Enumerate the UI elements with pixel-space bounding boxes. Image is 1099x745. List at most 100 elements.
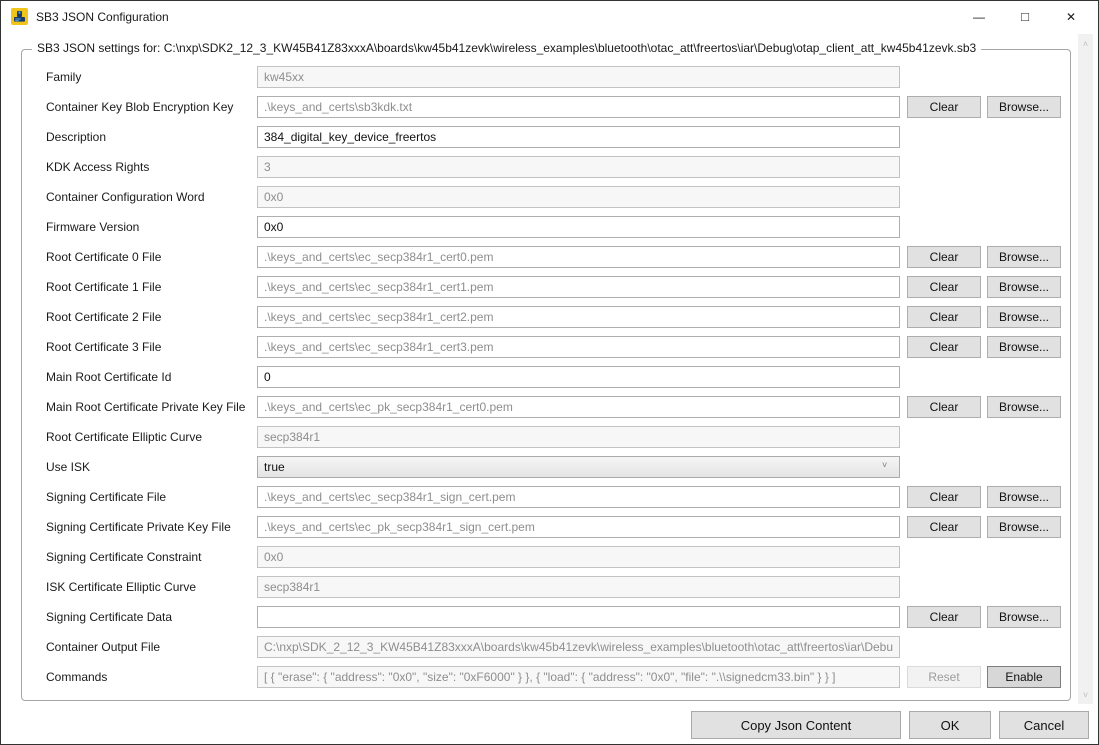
row-input — [257, 186, 900, 208]
copy-json-content-button[interactable]: Copy Json Content — [691, 711, 901, 739]
form-row: Firmware Version — [22, 212, 1070, 242]
row-input — [257, 66, 900, 88]
scroll-up-icon[interactable]: ˄ — [1078, 36, 1093, 51]
row-label: Firmware Version — [46, 220, 256, 234]
clear-button[interactable]: Clear — [907, 396, 981, 418]
form-row: Commands Reset Enable — [22, 662, 1070, 692]
form-row: ISK Certificate Elliptic Curve — [22, 572, 1070, 602]
form-row: Root Certificate 1 File Clear Browse... — [22, 272, 1070, 302]
row-label: Main Root Certificate Id — [46, 370, 256, 384]
form-row: Container Output File — [22, 632, 1070, 662]
row-label: Commands — [46, 670, 256, 684]
use-isk-select[interactable] — [257, 456, 900, 478]
clear-button[interactable]: Clear — [907, 336, 981, 358]
row-input[interactable] — [257, 336, 900, 358]
clear-button[interactable]: Clear — [907, 606, 981, 628]
row-label: Root Certificate 3 File — [46, 340, 256, 354]
window-controls: — □ ✕ — [956, 1, 1094, 32]
enable-button[interactable]: Enable — [987, 666, 1061, 688]
row-label: Root Certificate 2 File — [46, 310, 256, 324]
form-row: Signing Certificate Private Key File Cle… — [22, 512, 1070, 542]
form-row: Root Certificate 0 File Clear Browse... — [22, 242, 1070, 272]
form-row: Description — [22, 122, 1070, 152]
clear-button[interactable]: Clear — [907, 246, 981, 268]
row-input[interactable] — [257, 486, 900, 508]
row-label: Container Key Blob Encryption Key — [46, 100, 256, 114]
scrollbar[interactable]: ˄ ˅ — [1078, 34, 1093, 704]
clear-button[interactable]: Clear — [907, 276, 981, 298]
browse-button[interactable]: Browse... — [987, 96, 1061, 118]
row-input — [257, 546, 900, 568]
app-icon — [11, 8, 28, 25]
settings-groupbox: SB3 JSON settings for: C:\nxp\SDK2_12_3_… — [21, 49, 1071, 701]
row-input[interactable] — [257, 366, 900, 388]
row-label: Family — [46, 70, 256, 84]
clear-button[interactable]: Clear — [907, 486, 981, 508]
clear-button[interactable]: Clear — [907, 516, 981, 538]
close-button[interactable]: ✕ — [1048, 1, 1094, 32]
browse-button[interactable]: Browse... — [987, 516, 1061, 538]
minimize-button[interactable]: — — [956, 1, 1002, 32]
row-input[interactable] — [257, 126, 900, 148]
row-input — [257, 666, 900, 688]
form-row: Root Certificate 3 File Clear Browse... — [22, 332, 1070, 362]
row-label: Signing Certificate Private Key File — [46, 520, 256, 534]
row-label: Root Certificate Elliptic Curve — [46, 430, 256, 444]
form-row: Main Root Certificate Id — [22, 362, 1070, 392]
form-row: Signing Certificate File Clear Browse... — [22, 482, 1070, 512]
form-row: Container Configuration Word — [22, 182, 1070, 212]
maximize-button[interactable]: □ — [1002, 1, 1048, 32]
row-input[interactable] — [257, 396, 900, 418]
form-row: Container Key Blob Encryption Key Clear … — [22, 92, 1070, 122]
row-input[interactable] — [257, 246, 900, 268]
window: SB3 JSON Configuration — □ ✕ SB3 JSON se… — [0, 0, 1099, 745]
row-label: Main Root Certificate Private Key File — [46, 400, 256, 414]
browse-button[interactable]: Browse... — [987, 396, 1061, 418]
row-input[interactable] — [257, 516, 900, 538]
row-input[interactable] — [257, 606, 900, 628]
form-row: Root Certificate Elliptic Curve — [22, 422, 1070, 452]
row-label: KDK Access Rights — [46, 160, 256, 174]
browse-button[interactable]: Browse... — [987, 486, 1061, 508]
browse-button[interactable]: Browse... — [987, 336, 1061, 358]
row-label: Root Certificate 0 File — [46, 250, 256, 264]
browse-button[interactable]: Browse... — [987, 246, 1061, 268]
row-label: Signing Certificate Data — [46, 610, 256, 624]
row-input — [257, 156, 900, 178]
clear-button[interactable]: Clear — [907, 96, 981, 118]
form-row: Main Root Certificate Private Key File C… — [22, 392, 1070, 422]
groupbox-legend: SB3 JSON settings for: C:\nxp\SDK2_12_3_… — [32, 41, 981, 55]
row-input — [257, 576, 900, 598]
titlebar: SB3 JSON Configuration — □ ✕ — [1, 1, 1098, 32]
scroll-down-icon[interactable]: ˅ — [1078, 687, 1093, 702]
form-rows: Family Container Key Blob Encryption Key… — [22, 62, 1070, 692]
form-row: Family — [22, 62, 1070, 92]
form-row: Signing Certificate Data Clear Browse... — [22, 602, 1070, 632]
cancel-button[interactable]: Cancel — [999, 711, 1089, 739]
row-input[interactable] — [257, 216, 900, 238]
row-label: Description — [46, 130, 256, 144]
window-title: SB3 JSON Configuration — [36, 10, 169, 24]
form-row: KDK Access Rights — [22, 152, 1070, 182]
ok-button[interactable]: OK — [909, 711, 991, 739]
row-input — [257, 426, 900, 448]
form-row: Use ISK ˅ — [22, 452, 1070, 482]
row-input[interactable] — [257, 276, 900, 298]
row-label: Signing Certificate File — [46, 490, 256, 504]
row-input[interactable] — [257, 96, 900, 118]
row-label: Use ISK — [46, 460, 256, 474]
form-row: Root Certificate 2 File Clear Browse... — [22, 302, 1070, 332]
row-input[interactable] — [257, 306, 900, 328]
browse-button[interactable]: Browse... — [987, 606, 1061, 628]
clear-button[interactable]: Clear — [907, 306, 981, 328]
browse-button[interactable]: Browse... — [987, 276, 1061, 298]
form-row: Signing Certificate Constraint — [22, 542, 1070, 572]
row-label: Signing Certificate Constraint — [46, 550, 256, 564]
row-label: ISK Certificate Elliptic Curve — [46, 580, 256, 594]
row-input — [257, 636, 900, 658]
row-label: Root Certificate 1 File — [46, 280, 256, 294]
reset-button: Reset — [907, 666, 981, 688]
row-label: Container Configuration Word — [46, 190, 256, 204]
browse-button[interactable]: Browse... — [987, 306, 1061, 328]
row-label: Container Output File — [46, 640, 256, 654]
